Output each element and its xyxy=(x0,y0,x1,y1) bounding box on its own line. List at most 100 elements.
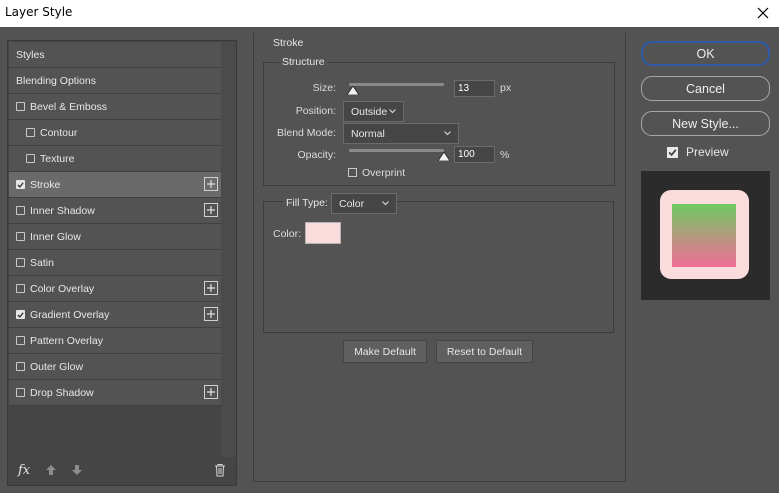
bevel-emboss-label: Bevel & Emboss xyxy=(30,100,108,113)
reset-to-default-button[interactable]: Reset to Default xyxy=(436,340,533,363)
blend-mode-dropdown[interactable]: Normal xyxy=(343,123,459,144)
styles-header-label: Styles xyxy=(16,48,45,61)
title-bar: Layer Style xyxy=(0,0,779,27)
satin-label: Satin xyxy=(30,256,54,269)
pattern-overlay-checkbox[interactable] xyxy=(16,336,25,345)
ok-button[interactable]: OK xyxy=(641,41,770,66)
color-label: Color: xyxy=(272,228,301,240)
opacity-unit: % xyxy=(500,149,510,161)
chevron-down-icon xyxy=(389,109,396,114)
preview-checkbox[interactable] xyxy=(667,147,678,158)
position-value: Outside xyxy=(351,105,388,118)
arrow-up-icon xyxy=(46,465,56,475)
color-overlay-item[interactable]: Color Overlay xyxy=(9,276,221,302)
bevel-emboss-item[interactable]: Bevel & Emboss xyxy=(9,94,221,120)
outer-glow-item[interactable]: Outer Glow xyxy=(9,354,221,380)
opacity-label: Opacity: xyxy=(297,149,336,161)
inner-glow-label: Inner Glow xyxy=(30,230,81,243)
opacity-input[interactable]: 100 xyxy=(454,146,495,163)
contour-checkbox[interactable] xyxy=(26,128,35,137)
bevel-emboss-checkbox[interactable] xyxy=(16,102,25,111)
drop-shadow-label: Drop Shadow xyxy=(30,386,94,399)
blending-options-label: Blending Options xyxy=(16,74,96,87)
drop-shadow-checkbox[interactable] xyxy=(16,388,25,397)
plus-icon xyxy=(207,310,215,318)
close-button[interactable] xyxy=(751,1,775,25)
checkmark-icon xyxy=(668,149,677,157)
add-color-overlay-button[interactable] xyxy=(204,281,218,295)
new-style-button[interactable]: New Style... xyxy=(641,111,770,136)
texture-item[interactable]: Texture xyxy=(9,146,221,172)
preview-thumbnail xyxy=(641,171,770,300)
texture-label: Texture xyxy=(40,152,75,165)
inner-glow-item[interactable]: Inner Glow xyxy=(9,224,221,250)
satin-checkbox[interactable] xyxy=(16,258,25,267)
pattern-overlay-label: Pattern Overlay xyxy=(30,334,103,347)
plus-icon xyxy=(207,206,215,214)
cancel-button[interactable]: Cancel xyxy=(641,76,770,101)
styles-toolbar: fx xyxy=(9,459,235,485)
outer-glow-checkbox[interactable] xyxy=(16,362,25,371)
color-overlay-checkbox[interactable] xyxy=(16,284,25,293)
fill-group xyxy=(263,201,614,333)
contour-label: Contour xyxy=(40,126,78,139)
color-overlay-label: Color Overlay xyxy=(30,282,95,295)
preview-gradient xyxy=(672,204,736,267)
size-unit: px xyxy=(500,82,512,94)
drop-shadow-item[interactable]: Drop Shadow xyxy=(9,380,221,406)
arrow-down-icon xyxy=(72,465,82,475)
blending-options-item[interactable]: Blending Options xyxy=(9,68,221,94)
add-inner-shadow-button[interactable] xyxy=(204,203,218,217)
gradient-overlay-item[interactable]: Gradient Overlay xyxy=(9,302,221,328)
size-label: Size: xyxy=(312,82,336,94)
fx-button[interactable]: fx xyxy=(18,463,30,478)
stroke-checkbox[interactable] xyxy=(16,180,25,189)
stroke-panel-title: Stroke xyxy=(270,37,307,49)
window-title: Layer Style xyxy=(5,5,73,19)
contour-item[interactable]: Contour xyxy=(9,120,221,146)
preview-stroke xyxy=(660,190,749,279)
pattern-overlay-item[interactable]: Pattern Overlay xyxy=(9,328,221,354)
plus-icon xyxy=(207,284,215,292)
blend-mode-label: Blend Mode: xyxy=(277,127,336,139)
trash-icon xyxy=(215,464,225,477)
close-icon xyxy=(757,7,769,19)
position-dropdown[interactable]: Outside xyxy=(343,101,404,122)
plus-icon xyxy=(207,388,215,396)
add-stroke-button[interactable] xyxy=(204,177,218,191)
move-down-button[interactable] xyxy=(71,464,83,479)
fill-type-value: Color xyxy=(339,197,365,210)
outer-glow-label: Outer Glow xyxy=(30,360,84,373)
checkmark-icon xyxy=(17,181,24,188)
inner-shadow-item[interactable]: Inner Shadow xyxy=(9,198,221,224)
size-slider-track[interactable] xyxy=(349,83,444,86)
blend-mode-value: Normal xyxy=(351,127,385,140)
size-input[interactable]: 13 xyxy=(454,80,495,97)
checkmark-icon xyxy=(17,311,24,318)
add-drop-shadow-button[interactable] xyxy=(204,385,218,399)
gradient-overlay-label: Gradient Overlay xyxy=(30,308,110,321)
fill-type-dropdown[interactable]: Color xyxy=(331,193,397,214)
delete-effect-button[interactable] xyxy=(214,463,226,480)
styles-header[interactable]: Styles xyxy=(9,42,221,68)
styles-panel: Styles Blending Options Bevel & Emboss C… xyxy=(7,40,237,486)
styles-scrollbar[interactable] xyxy=(221,42,236,457)
opacity-slider-track[interactable] xyxy=(349,149,444,152)
stroke-label: Stroke xyxy=(30,178,61,191)
position-label: Position: xyxy=(295,105,336,117)
styles-list: Styles Blending Options Bevel & Emboss C… xyxy=(9,42,221,406)
add-gradient-overlay-button[interactable] xyxy=(204,307,218,321)
move-up-button[interactable] xyxy=(45,464,57,479)
preview-label: Preview xyxy=(686,145,729,159)
make-default-button[interactable]: Make Default xyxy=(343,340,427,363)
inner-shadow-label: Inner Shadow xyxy=(30,204,95,217)
structure-title: Structure xyxy=(279,56,328,68)
stroke-color-swatch[interactable] xyxy=(305,222,341,244)
stroke-item[interactable]: Stroke xyxy=(9,172,221,198)
gradient-overlay-checkbox[interactable] xyxy=(16,310,25,319)
inner-glow-checkbox[interactable] xyxy=(16,232,25,241)
texture-checkbox[interactable] xyxy=(26,154,35,163)
satin-item[interactable]: Satin xyxy=(9,250,221,276)
overprint-checkbox[interactable] xyxy=(348,168,357,177)
inner-shadow-checkbox[interactable] xyxy=(16,206,25,215)
